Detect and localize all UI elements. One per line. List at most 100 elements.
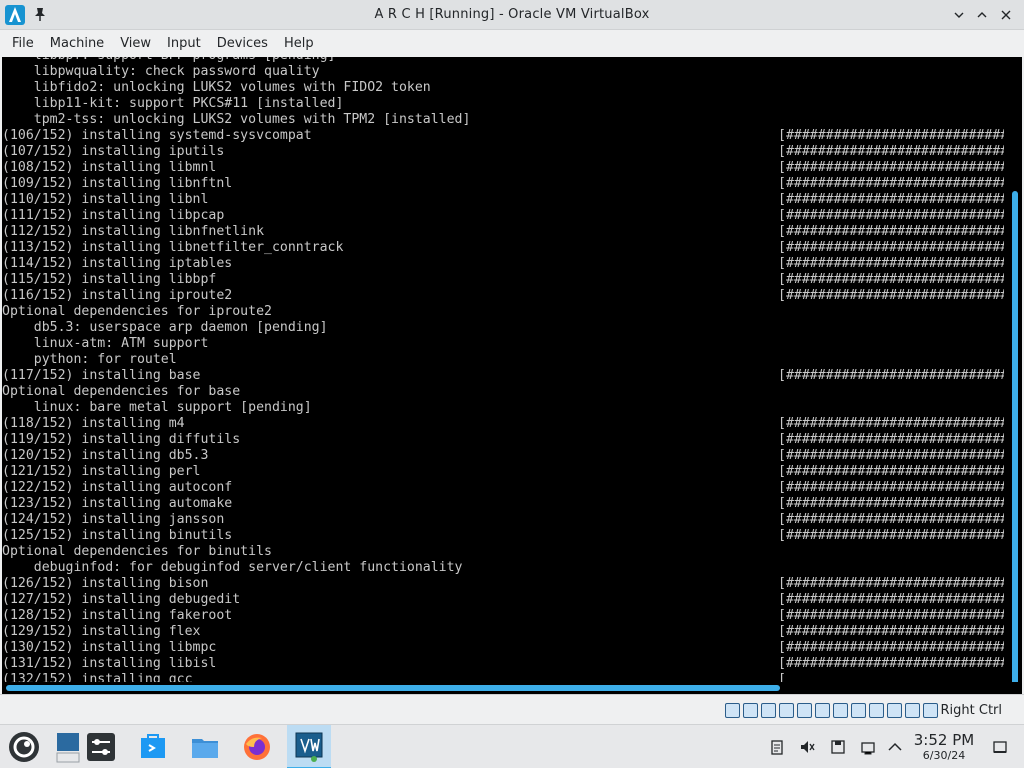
progress-bar-text: [############################# [778, 448, 1004, 463]
menu-input[interactable]: Input [159, 33, 209, 55]
console-line: (117/152) installing base [##############… [2, 368, 1004, 384]
mouse-integration-icon[interactable] [905, 703, 920, 718]
console-line: (124/152) installing jansson [###########… [2, 512, 1004, 528]
host-key-label[interactable]: Right Ctrl [941, 703, 1003, 718]
console-line: python: for routel [2, 352, 1004, 368]
keyboard-icon[interactable] [923, 703, 938, 718]
console-line: (126/152) installing bison [#############… [2, 576, 1004, 592]
console-line-text: libpwquality: check password quality [2, 64, 320, 79]
console-line-text: debuginfod: for debuginfod server/client… [2, 560, 463, 575]
progress-bar-text: [############################# [778, 512, 1004, 527]
progress-bar-text: [ [778, 672, 786, 682]
network-disconnected-icon[interactable] [860, 739, 876, 755]
console-line: (116/152) installing iproute2 [##########… [2, 288, 1004, 304]
horizontal-scrollbar[interactable] [6, 685, 780, 691]
console-line: (110/152) installing libnl [#############… [2, 192, 1004, 208]
menu-view[interactable]: View [112, 33, 159, 55]
console-line-text: (124/152) installing jansson [2, 512, 225, 527]
audio-icon[interactable] [761, 703, 776, 718]
console-line-text: db5.3: userspace arp daemon [pending] [2, 320, 328, 335]
console-line: debuginfod: for debuginfod server/client… [2, 560, 1004, 576]
console-line: (111/152) installing libpcap [###########… [2, 208, 1004, 224]
console-line-text: (132/152) installing gcc [2, 672, 193, 682]
vm-display[interactable]: libbpf: support BPF programs [pending] l… [2, 57, 1022, 694]
console-line: (119/152) installing diffutils [#########… [2, 432, 1004, 448]
usb-icon[interactable] [797, 703, 812, 718]
progress-bar-text: [############################# [778, 480, 1004, 495]
console-line: libp11-kit: support PKCS#11 [installed] [2, 96, 1004, 112]
recording-icon[interactable] [851, 703, 866, 718]
progress-bar-text: [############################# [778, 416, 1004, 431]
menu-devices[interactable]: Devices [209, 33, 276, 55]
progress-bar-text: [############################# [778, 192, 1004, 207]
console-line: (106/152) installing systemd-sysvcompat [… [2, 128, 1004, 144]
console-line: (115/152) installing libbpf [############… [2, 272, 1004, 288]
console-line: Optional dependencies for iproute2 [2, 304, 1004, 320]
console-line: (125/152) installing binutils [##########… [2, 528, 1004, 544]
clock-date[interactable]: 6/30/24 [908, 749, 980, 762]
progress-bar-text: [############################# [778, 256, 1004, 271]
console-line: Optional dependencies for binutils [2, 544, 1004, 560]
console-line-text: (111/152) installing libpcap [2, 208, 225, 223]
progress-bar-text: [############################# [778, 144, 1004, 159]
console-line: Optional dependencies for base [2, 384, 1004, 400]
close-icon[interactable] [997, 6, 1015, 24]
progress-bar-text: [############################# [778, 464, 1004, 479]
clipboard-icon[interactable] [769, 739, 785, 755]
window-title: A R C H [Running] - Oracle VM VirtualBox [374, 7, 650, 22]
console-line: (123/152) installing automake [##########… [2, 496, 1004, 512]
storage-icon[interactable] [830, 739, 846, 755]
console-line-text: (128/152) installing fakeroot [2, 608, 233, 623]
console-line-text: (127/152) installing debugedit [2, 592, 241, 607]
progress-bar-text: [############################# [778, 656, 1004, 671]
progress-bar-text: [############################# [778, 608, 1004, 623]
console-line: libbpf: support BPF programs [pending] [2, 57, 1004, 64]
application-launcher-icon[interactable] [2, 725, 46, 768]
progress-bar-text: [############################# [778, 208, 1004, 223]
console-line-text: linux-atm: ATM support [2, 336, 209, 351]
console-line-text: (123/152) installing automake [2, 496, 233, 511]
console-line-text: (117/152) installing base [2, 368, 201, 383]
console-line: db5.3: userspace arp daemon [pending] [2, 320, 1004, 336]
show-desktop-icon[interactable] [992, 739, 1008, 755]
volume-muted-icon[interactable] [799, 739, 815, 755]
console-line-text: libp11-kit: support PKCS#11 [installed] [2, 96, 344, 111]
progress-bar-text: [############################# [778, 592, 1004, 607]
firefox-icon[interactable] [235, 725, 279, 768]
discover-icon[interactable] [131, 725, 175, 768]
display-icon[interactable] [833, 703, 848, 718]
file-manager-icon[interactable] [183, 725, 227, 768]
console-line: (128/152) installing fakeroot [##########… [2, 608, 1004, 624]
maximize-icon[interactable] [973, 6, 991, 24]
console-line: (114/152) installing iptables [##########… [2, 256, 1004, 272]
video-capture-icon[interactable] [869, 703, 884, 718]
clock-time[interactable]: 3:52 PM [908, 731, 980, 749]
progress-bar-text: [############################# [778, 160, 1004, 175]
console-line: (108/152) installing libmnl [############… [2, 160, 1004, 176]
virtualbox-icon[interactable] [287, 725, 331, 768]
menu-help[interactable]: Help [276, 33, 322, 55]
optical-drive-icon[interactable] [743, 703, 758, 718]
menu-bar: File Machine View Input Devices Help [0, 30, 1024, 57]
cpu-icon[interactable] [887, 703, 902, 718]
console-line-text: libfido2: unlocking LUKS2 volumes with F… [2, 80, 431, 95]
network-icon[interactable] [779, 703, 794, 718]
progress-bar-text: [############################# [778, 240, 1004, 255]
console-line: linux: bare metal support [pending] [2, 400, 1004, 416]
tray-expand-icon[interactable] [887, 739, 903, 755]
vertical-scrollbar[interactable] [1012, 191, 1018, 694]
console-line-text: (125/152) installing binutils [2, 528, 233, 543]
console-line: (129/152) installing flex [##############… [2, 624, 1004, 640]
progress-bar-text: [############################# [778, 576, 1004, 591]
shared-folders-icon[interactable] [815, 703, 830, 718]
menu-file[interactable]: File [4, 33, 42, 55]
console-line-text: (121/152) installing perl [2, 464, 201, 479]
console-line: (130/152) installing libmpc [############… [2, 640, 1004, 656]
console-line: libpwquality: check password quality [2, 64, 1004, 80]
hard-disk-icon[interactable] [725, 703, 740, 718]
system-settings-icon[interactable] [79, 725, 123, 768]
console-line-text: (122/152) installing autoconf [2, 480, 233, 495]
console-line: (127/152) installing debugedit [#########… [2, 592, 1004, 608]
menu-machine[interactable]: Machine [42, 33, 112, 55]
minimize-icon[interactable] [950, 6, 968, 24]
